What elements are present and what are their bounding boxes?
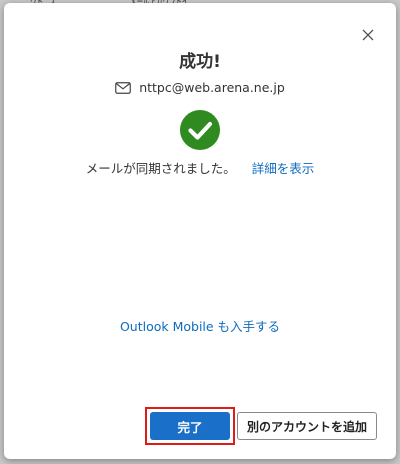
add-account-button[interactable]: 別のアカウントを追加 <box>237 412 377 440</box>
done-button[interactable]: 完了 <box>150 412 230 440</box>
check-circle-icon <box>179 109 221 151</box>
account-email-row: nttpc@web.arena.ne.jp <box>4 80 396 95</box>
show-details-link[interactable]: 詳細を表示 <box>252 161 315 176</box>
success-dialog: 成功! nttpc@web.arena.ne.jp メールが同期されました。 詳… <box>4 3 396 459</box>
close-button[interactable] <box>360 27 376 43</box>
outlook-mobile-link[interactable]: Outlook Mobile も入手する <box>4 316 396 335</box>
close-icon <box>362 29 374 41</box>
sync-message: メールが同期されました。 <box>85 161 236 176</box>
mail-icon <box>115 81 132 94</box>
status-message-row: メールが同期されました。 詳細を表示 <box>4 158 396 177</box>
account-email: nttpc@web.arena.ne.jp <box>139 80 285 95</box>
dialog-title: 成功! <box>179 52 221 72</box>
